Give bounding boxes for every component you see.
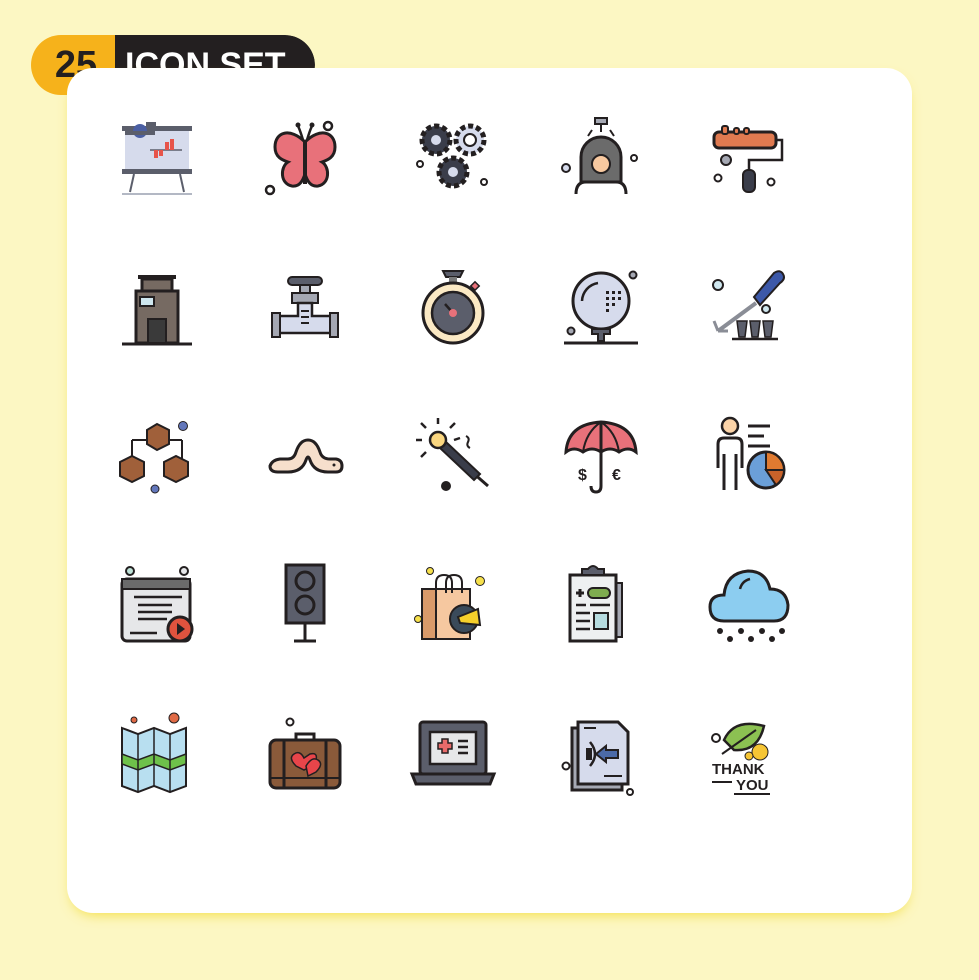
grid-cell — [83, 231, 231, 380]
speaker-icon — [284, 563, 326, 642]
grid-cell: $ € — [527, 380, 675, 529]
grid-cell: THANK YOU — [675, 678, 823, 827]
paint-roller-icon — [712, 124, 784, 193]
grid-cell — [83, 380, 231, 529]
sparkler-icon — [416, 417, 489, 491]
grid-cell — [231, 380, 379, 529]
user-pie-chart-icon — [716, 416, 786, 490]
grid-cell — [379, 231, 527, 380]
stopwatch-icon — [421, 269, 485, 344]
grid-cell — [231, 82, 379, 231]
grid-cell — [83, 82, 231, 231]
clipboard-report-icon — [568, 564, 623, 642]
grid-cell — [527, 529, 675, 678]
grid-cell — [379, 82, 527, 231]
grid-cell — [231, 231, 379, 380]
folded-map-icon — [121, 712, 187, 793]
grid-cell — [675, 529, 823, 678]
gears-money-icon — [416, 123, 488, 188]
shopping-bag-megaphone-icon — [414, 566, 485, 640]
grid-cell — [379, 529, 527, 678]
cubes-network-icon — [119, 420, 189, 493]
grid-cell — [675, 82, 823, 231]
grid-cell — [231, 678, 379, 827]
grid-cell — [379, 678, 527, 827]
golf-ball-icon — [564, 270, 638, 344]
pipe-valve-icon — [271, 275, 339, 338]
file-import-icon — [561, 720, 634, 796]
hair-dryer-salon-icon — [561, 116, 638, 194]
screwdriver-screws-icon — [712, 269, 785, 340]
grid-cell — [83, 678, 231, 827]
grid-cell — [379, 380, 527, 529]
honeymoon-suitcase-icon — [268, 717, 342, 789]
grid-cell — [527, 82, 675, 231]
building-icon — [122, 274, 192, 345]
medical-laptop-icon — [409, 720, 497, 785]
dollar-sign: $ — [578, 467, 587, 484]
grid-cell — [527, 678, 675, 827]
worm-icon — [268, 437, 344, 473]
snow-cloud-icon — [708, 568, 790, 642]
grid-cell — [231, 529, 379, 678]
icon-grid: $ € THANK YOU — [83, 82, 823, 827]
thank-text: THANK — [712, 761, 765, 778]
umbrella-currency-icon: $ € — [564, 419, 638, 494]
grid-cell — [675, 231, 823, 380]
video-browser-icon — [120, 565, 194, 642]
butterfly-icon — [264, 120, 337, 195]
grid-cell — [527, 231, 675, 380]
presentation-board-icon — [122, 121, 192, 195]
euro-sign: € — [612, 467, 621, 484]
grid-cell — [675, 380, 823, 529]
you-text: YOU — [736, 777, 769, 794]
thank-you-leaf-icon: THANK YOU — [711, 722, 770, 795]
grid-cell — [83, 529, 231, 678]
